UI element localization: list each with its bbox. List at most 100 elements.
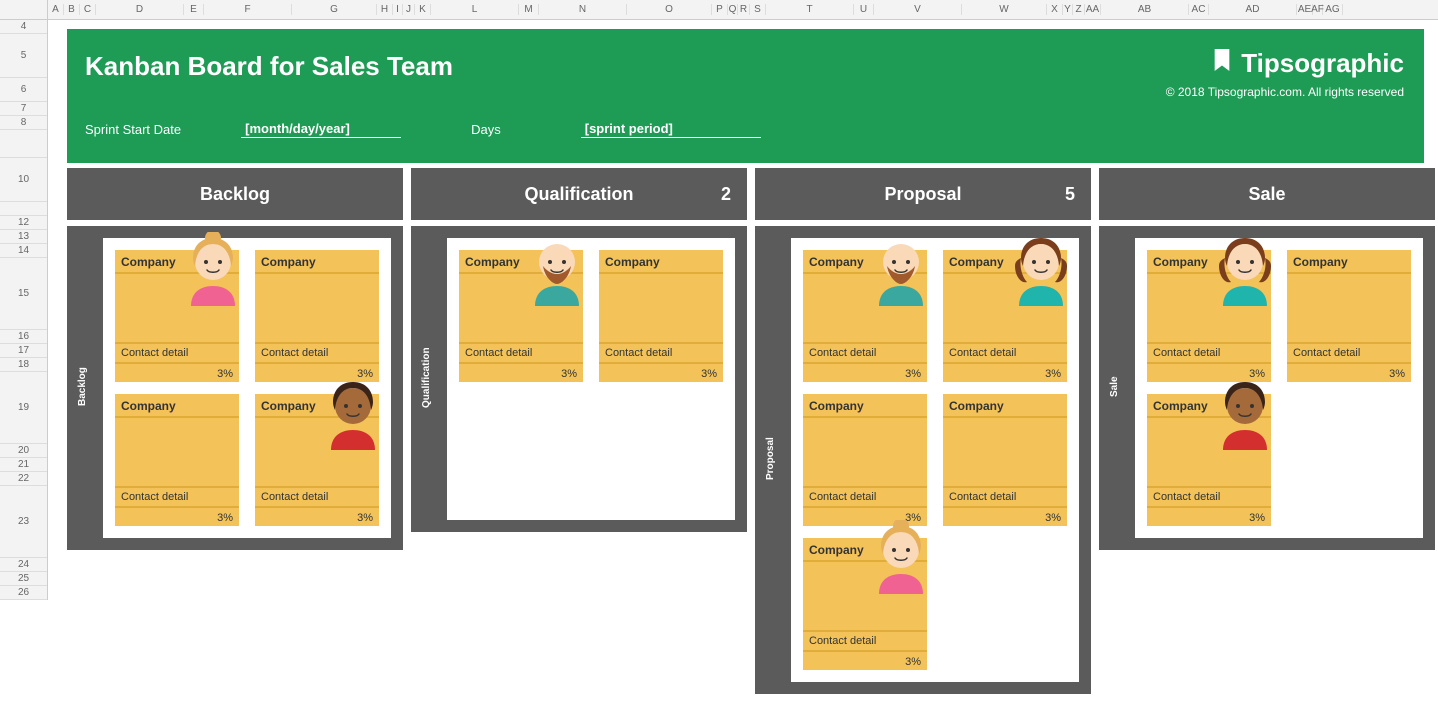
row-header-13[interactable]: 13 (0, 230, 47, 244)
card-contact: Contact detail (943, 342, 1067, 364)
column-header-T[interactable]: T (766, 4, 854, 15)
card-contact: Contact detail (255, 342, 379, 364)
select-all-corner[interactable] (0, 0, 48, 19)
row-header-6[interactable]: 6 (0, 78, 47, 102)
card-contact: Contact detail (599, 342, 723, 364)
column-header-K[interactable]: K (415, 4, 431, 15)
column-header-I[interactable]: I (393, 4, 403, 15)
kanban-card[interactable]: CompanyContact detail3% (255, 250, 379, 382)
column-header-AC[interactable]: AC (1189, 4, 1209, 15)
column-header-O[interactable]: O (627, 4, 712, 15)
column-header-D[interactable]: D (96, 4, 184, 15)
card-percent: 3% (1249, 512, 1265, 524)
column-header-backlog: Backlog (67, 168, 403, 220)
row-header-5[interactable]: 5 (0, 34, 47, 78)
card-contact: Contact detail (115, 486, 239, 508)
card-contact: Contact detail (803, 342, 927, 364)
column-header-AF[interactable]: AF (1313, 4, 1323, 15)
row-header-blank[interactable] (0, 202, 47, 216)
column-header-G[interactable]: G (292, 4, 377, 15)
sprint-form-row: Sprint Start Date [month/day/year] Days … (85, 121, 761, 138)
column-body: QualificationCompanyContact detail3% Com… (411, 226, 747, 532)
kanban-card[interactable]: CompanyContact detail3% (115, 250, 239, 382)
column-header-M[interactable]: M (519, 4, 539, 15)
kanban-card[interactable]: CompanyContact detail3% (115, 394, 239, 526)
card-contact: Contact detail (1147, 486, 1271, 508)
column-header-J[interactable]: J (403, 4, 415, 15)
column-header-N[interactable]: N (539, 4, 627, 15)
row-header-22[interactable]: 22 (0, 472, 47, 486)
column-header-C[interactable]: C (80, 4, 96, 15)
kanban-card[interactable]: CompanyContact detail3% (1147, 250, 1271, 382)
days-label: Days (471, 122, 501, 137)
kanban-board: BacklogBacklogCompanyContact detail3% Co… (67, 168, 1424, 694)
kanban-header: Kanban Board for Sales Team Tipsographic… (67, 29, 1424, 163)
card-contact: Contact detail (803, 486, 927, 508)
card-contact: Contact detail (943, 486, 1067, 508)
column-header-A[interactable]: A (48, 4, 64, 15)
kanban-card[interactable]: CompanyContact detail3% (1147, 394, 1271, 526)
column-header-S[interactable]: S (750, 4, 766, 15)
kanban-column-qualification: Qualification2QualificationCompanyContac… (411, 168, 747, 694)
kanban-card[interactable]: CompanyContact detail3% (1287, 250, 1411, 382)
row-header-8[interactable]: 8 (0, 116, 47, 130)
card-company: Company (599, 250, 723, 274)
column-header-U[interactable]: U (854, 4, 874, 15)
column-header-E[interactable]: E (184, 4, 204, 15)
row-header-26[interactable]: 26 (0, 586, 47, 600)
row-header-18[interactable]: 18 (0, 358, 47, 372)
kanban-card[interactable]: CompanyContact detail3% (803, 250, 927, 382)
kanban-card[interactable]: CompanyContact detail3% (943, 250, 1067, 382)
column-header-L[interactable]: L (431, 4, 519, 15)
row-header-20[interactable]: 20 (0, 444, 47, 458)
kanban-card[interactable]: CompanyContact detail3% (255, 394, 379, 526)
kanban-card[interactable]: Company Contact detail 3% (943, 394, 1067, 526)
card-percent: 3% (357, 512, 373, 524)
row-header-15[interactable]: 15 (0, 258, 47, 330)
kanban-card[interactable]: CompanyContact detail3% (803, 394, 927, 526)
column-header-Z[interactable]: Z (1073, 4, 1085, 15)
row-header-10[interactable]: 10 (0, 158, 47, 202)
column-header-P[interactable]: P (712, 4, 728, 15)
column-header-AD[interactable]: AD (1209, 4, 1297, 15)
row-header-16[interactable]: 16 (0, 330, 47, 344)
kanban-card[interactable]: CompanyContact detail3% (459, 250, 583, 382)
sprint-period-input[interactable]: [sprint period] (581, 121, 761, 138)
cards-area[interactable]: CompanyContact detail3% CompanyContact d… (103, 238, 391, 538)
row-header-19[interactable]: 19 (0, 372, 47, 444)
column-header-Q[interactable]: Q (728, 4, 738, 15)
column-header-Y[interactable]: Y (1063, 4, 1073, 15)
kanban-card[interactable]: CompanyContact detail3% (599, 250, 723, 382)
row-header-4[interactable]: 4 (0, 20, 47, 34)
row-header-25[interactable]: 25 (0, 572, 47, 586)
row-header-23[interactable]: 23 (0, 486, 47, 558)
row-header-12[interactable]: 12 (0, 216, 47, 230)
column-header-R[interactable]: R (738, 4, 750, 15)
cards-area[interactable]: CompanyContact detail3% Company Contact d… (447, 238, 735, 520)
column-header-F[interactable]: F (204, 4, 292, 15)
cards-area[interactable]: CompanyContact detail3% CompanyContact d… (791, 238, 1079, 682)
row-headers: 45678 10 121314151617181920212223242526 (0, 20, 48, 600)
card-percent: 3% (1045, 512, 1061, 524)
column-header-AA[interactable]: AA (1085, 4, 1101, 15)
column-header-B[interactable]: B (64, 4, 80, 15)
row-header-blank[interactable] (0, 130, 47, 158)
kanban-card[interactable]: CompanyContact detail3% (803, 538, 927, 670)
cards-area[interactable]: CompanyContact detail3% CompanyContact d… (1135, 238, 1423, 538)
column-header-V[interactable]: V (874, 4, 962, 15)
row-header-21[interactable]: 21 (0, 458, 47, 472)
column-header-W[interactable]: W (962, 4, 1047, 15)
row-header-7[interactable]: 7 (0, 102, 47, 116)
sprint-start-input[interactable]: [month/day/year] (241, 121, 401, 138)
column-header-AB[interactable]: AB (1101, 4, 1189, 15)
row-header-24[interactable]: 24 (0, 558, 47, 572)
card-contact: Contact detail (803, 630, 927, 652)
row-header-17[interactable]: 17 (0, 344, 47, 358)
column-header-AG[interactable]: AG (1323, 4, 1343, 15)
column-header-H[interactable]: H (377, 4, 393, 15)
column-header-X[interactable]: X (1047, 4, 1063, 15)
row-header-14[interactable]: 14 (0, 244, 47, 258)
spreadsheet-grid[interactable]: Kanban Board for Sales Team Tipsographic… (48, 20, 1438, 600)
column-count: 5 (1065, 184, 1075, 205)
card-company: Company (943, 394, 1067, 418)
